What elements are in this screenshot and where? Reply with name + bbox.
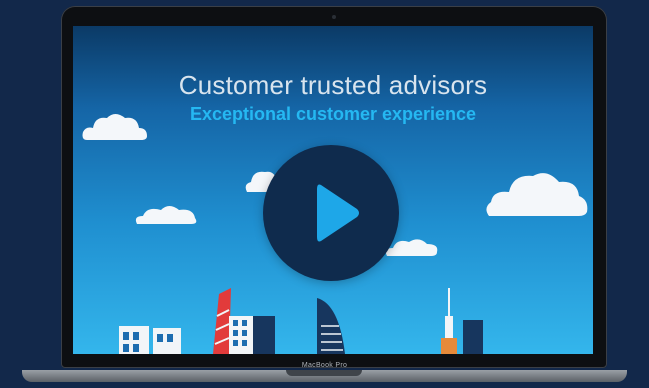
video-screen[interactable]: Customer trusted advisors Exceptional cu… <box>73 26 593 354</box>
camera-dot <box>332 15 336 19</box>
laptop-base-notch <box>286 370 362 376</box>
play-icon <box>315 181 361 250</box>
play-video-button[interactable] <box>263 145 399 281</box>
device-model-label: MacBook Pro <box>301 362 348 369</box>
